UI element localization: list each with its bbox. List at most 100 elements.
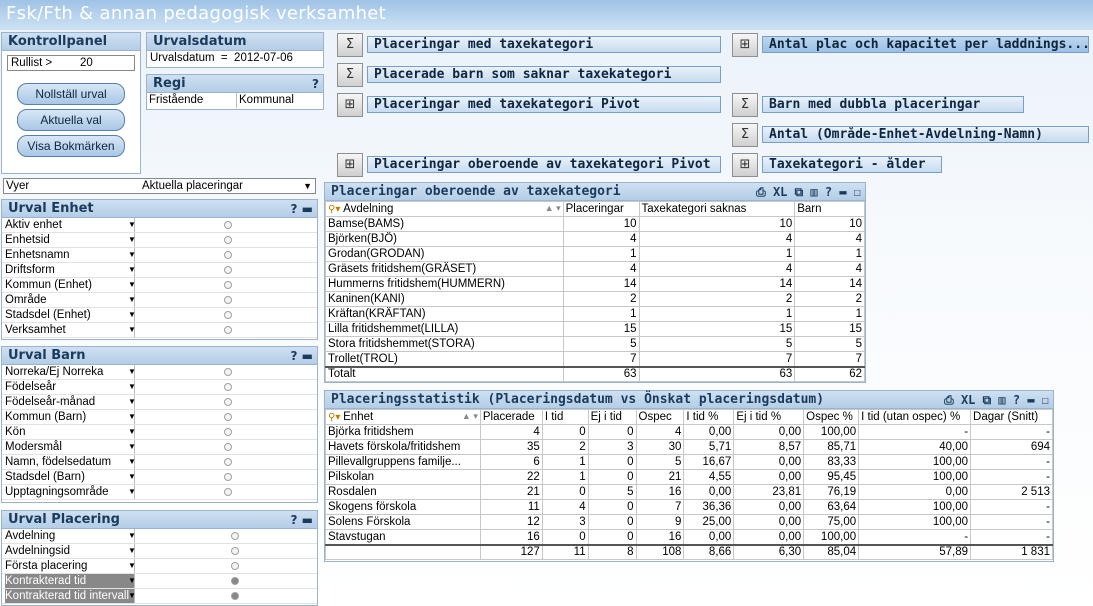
dropdown-arrow-icon[interactable]: ▼ — [128, 278, 136, 292]
filter-field[interactable]: Avdelning ▼ — [2, 529, 317, 544]
table-row[interactable]: Kaninen(KANI) 2 2 2 — [325, 291, 865, 307]
panel-controls-icon[interactable]: ? ▬ — [291, 511, 313, 529]
sheet-button-oberoende-pivot[interactable]: ⊞ Placeringar oberoende av taxekategori … — [337, 153, 721, 177]
sheet-button-antal-plac[interactable]: ⊞ Antal plac och kapacitet per laddnings… — [732, 33, 1089, 57]
dropdown-arrow-icon[interactable]: ▼ — [128, 470, 136, 484]
dropdown-arrow-icon[interactable]: ▼ — [128, 263, 136, 277]
sheet-button-antal-omrade[interactable]: Σ Antal (Område-Enhet-Avdelning-Namn) — [732, 123, 1089, 147]
filter-field[interactable]: Upptagningsområde ▼ — [2, 485, 317, 500]
panel-controls-icon[interactable]: ? ▬ — [291, 200, 313, 218]
column-header[interactable]: Ospec — [635, 409, 685, 425]
filter-field[interactable]: Enhetsnamn ▼ — [2, 248, 317, 263]
rullist-field[interactable]: Rullist > 20 — [7, 55, 135, 71]
filter-field[interactable]: Enhetsid ▼ — [2, 233, 317, 248]
filter-field[interactable]: Aktiv enhet ▼ — [2, 218, 317, 233]
table-row[interactable]: Kräftan(KRÄFTAN) 1 1 1 — [325, 306, 865, 322]
sort-icon[interactable]: ▲ ▾ — [545, 203, 561, 214]
table-row[interactable]: Solens Förskola 12 3 0 9 25,00 0,00 75,00 100,00… — [325, 514, 1053, 530]
column-header[interactable]: ⚲▾ Enhet ▲ ▾ — [325, 409, 481, 425]
table-row[interactable]: Trollet(TROL) 7 7 7 — [325, 351, 865, 367]
dropdown-arrow-icon[interactable]: ▼ — [128, 485, 136, 499]
dropdown-arrow-icon[interactable]: ▼ — [128, 440, 136, 454]
search-icon[interactable]: ⚲▾ — [328, 412, 343, 423]
column-header[interactable]: Ej i tid — [587, 409, 637, 425]
search-icon[interactable]: ⚲▾ — [328, 204, 343, 215]
column-header[interactable]: Dagar (Snitt) — [970, 409, 1053, 425]
table-row[interactable]: Björka fritidshem 4 0 0 4 0,00 0,00 100,00- - — [325, 424, 1053, 440]
filter-field[interactable]: Verksamhet ▼ — [2, 323, 317, 338]
show-bookmarks-button[interactable]: Visa Bokmärken — [17, 135, 125, 157]
dropdown-arrow-icon[interactable]: ▼ — [128, 395, 136, 409]
dropdown-arrow-icon[interactable]: ▼ — [128, 233, 136, 247]
sort-icon[interactable]: ▲ ▾ — [462, 411, 478, 422]
vyer-select[interactable]: Vyer Aktuella placeringar ▼ — [3, 178, 316, 194]
sheet-button-taxekategori-alder[interactable]: ⊞ Taxekategori - ålder — [732, 153, 942, 177]
regi-option-kommunal[interactable]: Kommunal — [239, 93, 294, 108]
column-header[interactable]: Ej i tid % — [733, 409, 805, 425]
dropdown-arrow-icon[interactable]: ▼ — [128, 425, 136, 439]
reset-selection-button[interactable]: Nollställ urval — [17, 83, 125, 105]
table-row[interactable]: Hummerns fritidshem(HUMMERN) 14 14 14 — [325, 276, 865, 292]
dropdown-arrow-icon[interactable]: ▼ — [128, 218, 136, 232]
sheet-button-placerade-barn[interactable]: Σ Placerade barn som saknar taxekategori — [337, 63, 721, 87]
current-selections-button[interactable]: Aktuella val — [17, 109, 125, 131]
column-header[interactable]: Placerade — [479, 409, 543, 425]
dropdown-arrow-icon[interactable]: ▼ — [128, 308, 136, 322]
regi-option-fristaende[interactable]: Fristående — [149, 93, 237, 108]
table-row[interactable]: Stora fritidshemmet(STORA) 5 5 5 — [325, 336, 865, 352]
filter-field[interactable]: Kommun (Enhet) ▼ — [2, 278, 317, 293]
dropdown-arrow-icon[interactable]: ▼ — [128, 293, 136, 307]
panel-controls-icon[interactable]: ? ▬ — [291, 347, 313, 365]
filter-field[interactable]: Norreka/Ej Norreka ▼ — [2, 365, 317, 380]
filter-field[interactable]: Kontrakterad tid ▼ — [2, 574, 317, 589]
dropdown-arrow-icon[interactable]: ▼ — [128, 380, 136, 394]
table-controls-icon[interactable]: ⎙ XL ⧉ ▥ ? ▬ ☐ — [944, 391, 1049, 409]
dropdown-arrow-icon[interactable]: ▼ — [128, 323, 136, 337]
filter-field[interactable]: Avdelningsid ▼ — [2, 544, 317, 559]
column-header[interactable]: I tid — [541, 409, 589, 425]
filter-field[interactable]: Modersmål ▼ — [2, 440, 317, 455]
column-header[interactable]: I tid (utan ospec) % — [858, 409, 972, 425]
filter-field[interactable]: Födelseår ▼ — [2, 380, 317, 395]
filter-field[interactable]: Namn, födelsedatum ▼ — [2, 455, 317, 470]
column-header[interactable]: Barn — [794, 201, 865, 217]
column-header[interactable]: Placeringar — [562, 201, 640, 217]
dropdown-arrow-icon[interactable]: ▼ — [128, 559, 136, 573]
table-row[interactable]: Björken(BJÖ) 4 4 4 — [325, 231, 865, 247]
filter-field[interactable]: Stadsdel (Enhet) ▼ — [2, 308, 317, 323]
column-header[interactable]: Taxekategori saknas — [638, 201, 796, 217]
dropdown-arrow-icon[interactable]: ▼ — [128, 365, 136, 379]
column-header[interactable]: ⚲▾ Avdelning ▲ ▾ — [325, 201, 564, 217]
filter-field[interactable]: Stadsdel (Barn) ▼ — [2, 470, 317, 485]
dropdown-arrow-icon[interactable]: ▼ — [128, 248, 136, 262]
filter-field[interactable]: Kön ▼ — [2, 425, 317, 440]
column-header[interactable]: I tid % — [683, 409, 735, 425]
table-row[interactable]: Rosdalen 21 0 5 16 0,00 23,81 76,19 0,00 2 513 — [325, 484, 1053, 500]
filter-field[interactable]: Första placering ▼ — [2, 559, 317, 574]
table-row[interactable]: Stavstugan 16 0 0 16 0,00 0,00 100,00- - — [325, 529, 1053, 545]
column-header[interactable]: Ospec % — [803, 409, 860, 425]
filter-field[interactable]: Område ▼ — [2, 293, 317, 308]
dropdown-arrow-icon[interactable]: ▼ — [128, 529, 136, 543]
table-row[interactable]: Grodan(GRODAN) 1 1 1 — [325, 246, 865, 262]
dropdown-arrow-icon[interactable]: ▼ — [128, 455, 136, 469]
table-row[interactable]: Pillevallgruppens familje... 6 1 0 5 16,67 0,0… — [325, 454, 1053, 470]
table-row[interactable]: Pilskolan 22 1 0 21 4,55 0,00 95,45 100,00- — [325, 469, 1053, 485]
sheet-button-placeringar-med-taxekategori[interactable]: Σ Placeringar med taxekategori — [337, 33, 721, 57]
table-row[interactable]: Skogens förskola 11 4 0 7 36,36 0,00 63,64 100,0… — [325, 499, 1053, 515]
sheet-button-placeringar-pivot[interactable]: ⊞ Placeringar med taxekategori Pivot — [337, 93, 721, 117]
filter-field[interactable]: Kommun (Barn) ▼ — [2, 410, 317, 425]
sheet-button-barn-dubbla[interactable]: Σ Barn med dubbla placeringar — [732, 93, 1024, 117]
table-controls-icon[interactable]: ⎙ XL ⧉ ▥ ? ▬ ☐ — [756, 183, 861, 201]
help-icon[interactable]: ? — [312, 75, 319, 93]
filter-field[interactable]: Kontrakterad tid intervall ▼ — [2, 589, 317, 604]
filter-field[interactable]: Driftsform ▼ — [2, 263, 317, 278]
filter-field[interactable]: Födelseår-månad ▼ — [2, 395, 317, 410]
dropdown-arrow-icon[interactable]: ▼ — [128, 544, 136, 558]
table-row[interactable]: Gräsets fritidshem(GRÄSET) 4 4 4 — [325, 261, 865, 277]
table-row[interactable]: Havets förskola/fritidshem 35 2 3 30 5,71 8,57… — [325, 439, 1053, 455]
dropdown-arrow-icon[interactable]: ▼ — [128, 589, 136, 603]
table-row[interactable]: Lilla fritidshemmet(LILLA) 15 15 15 — [325, 321, 865, 337]
table-row[interactable]: Bamse(BAMS) 10 10 10 — [325, 216, 865, 232]
dropdown-arrow-icon[interactable]: ▼ — [128, 410, 136, 424]
